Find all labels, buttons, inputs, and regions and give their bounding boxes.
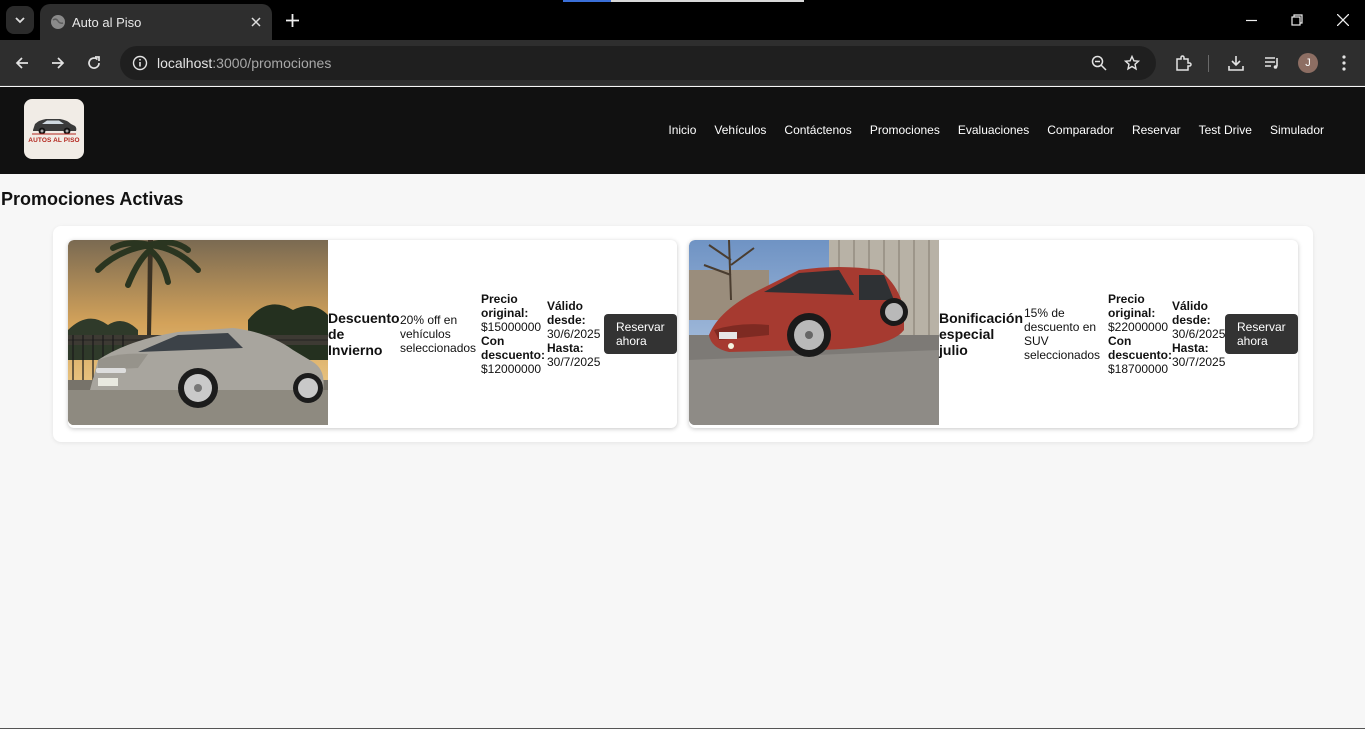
precio-original-label: Precio original: — [1108, 292, 1156, 320]
forward-arrow-icon — [52, 57, 65, 69]
site-header: AUTOS AL PISO Inicio Vehículos Contácten… — [0, 87, 1365, 174]
nav-reservar[interactable]: Reservar — [1132, 123, 1181, 137]
valido-desde-label: Válido desde: — [1172, 299, 1211, 327]
promo-description: 15% de descuento en SUV seleccionados — [1024, 306, 1101, 362]
promotions-panel: Descuento de Invierno 20% off en vehícul… — [53, 226, 1313, 442]
hasta-label: Hasta: — [547, 341, 584, 355]
car-logo-icon — [32, 119, 77, 135]
reload-button[interactable] — [80, 49, 108, 77]
url-host: localhost — [157, 55, 213, 71]
back-arrow-icon — [15, 57, 28, 69]
downloads-button[interactable] — [1222, 49, 1250, 77]
precio-original-label: Precio original: — [481, 292, 529, 320]
browser-tab-bar: Auto al Piso — [0, 0, 1365, 40]
nav-comparador[interactable]: Comparador — [1047, 123, 1114, 137]
plus-icon — [285, 13, 299, 27]
promo-image — [689, 240, 939, 425]
valido-desde-value: 30/6/2025 — [547, 327, 601, 341]
reservar-button[interactable]: Reservar ahora — [604, 314, 677, 354]
nav-vehiculos[interactable]: Vehículos — [714, 123, 766, 137]
nav-evaluaciones[interactable]: Evaluaciones — [958, 123, 1029, 137]
browser-tab[interactable]: Auto al Piso — [40, 4, 272, 40]
zoom-icon — [1091, 55, 1107, 71]
hasta-value: 30/7/2025 — [1172, 355, 1226, 369]
reservar-button[interactable]: Reservar ahora — [1225, 314, 1298, 354]
tab-close-button[interactable] — [246, 12, 266, 32]
site-info-icon — [132, 55, 148, 71]
promo-card: Descuento de Invierno 20% off en vehícul… — [68, 240, 677, 428]
zoom-button[interactable] — [1087, 51, 1111, 75]
url-path: :3000/promociones — [212, 55, 332, 71]
precio-original-value: $15000000 — [481, 320, 542, 334]
extensions-icon — [1176, 55, 1192, 71]
loading-indicator — [563, 0, 804, 2]
hasta-value: 30/7/2025 — [547, 355, 601, 369]
profile-avatar[interactable]: J — [1298, 53, 1318, 73]
promo-description: 20% off en vehículos seleccionados — [400, 313, 477, 355]
con-descuento-value: $12000000 — [481, 362, 542, 376]
tab-search-button[interactable] — [6, 6, 34, 34]
page-title: Promociones Activas — [1, 189, 184, 209]
media-icon — [1265, 57, 1278, 69]
address-bar[interactable]: localhost:3000/promociones — [120, 46, 1156, 80]
tab-title: Auto al Piso — [72, 14, 142, 30]
browser-toolbar: localhost:3000/promociones J — [0, 40, 1365, 86]
toolbar-separator — [1208, 55, 1209, 72]
promo-card: Bonificación especial julio 15% de descu… — [689, 240, 1298, 428]
nav-inicio[interactable]: Inicio — [668, 123, 696, 137]
promo-dates: Válido desde: 30/6/2025 Hasta: 30/7/2025 — [1172, 299, 1225, 369]
tab-search-icon — [15, 17, 25, 24]
promo-dates: Válido desde: 30/6/2025 Hasta: 30/7/2025 — [547, 299, 604, 369]
promo-title: Descuento de Invierno — [328, 310, 400, 358]
globe-icon — [51, 15, 65, 29]
nav-contactenos[interactable]: Contáctenos — [784, 123, 851, 137]
close-window-icon — [1337, 14, 1349, 26]
browser-menu-button[interactable] — [1330, 49, 1358, 77]
main-nav: Inicio Vehículos Contáctenos Promociones… — [668, 123, 1324, 137]
promo-image — [68, 240, 328, 425]
star-icon — [1124, 55, 1140, 71]
download-icon — [1228, 56, 1244, 71]
reload-icon — [88, 56, 100, 69]
logo-text: AUTOS AL PISO — [28, 137, 80, 144]
restore-icon — [1291, 14, 1303, 26]
url-text: localhost:3000/promociones — [157, 55, 331, 71]
media-button[interactable] — [1258, 49, 1286, 77]
promo-prices: Precio original: $22000000 Con descuento… — [1108, 292, 1172, 376]
promo-prices: Precio original: $15000000 Con descuento… — [481, 292, 547, 376]
site-info-button[interactable] — [128, 51, 152, 75]
valido-desde-label: Válido desde: — [547, 299, 586, 327]
site-logo[interactable]: AUTOS AL PISO — [24, 99, 84, 159]
nav-test-drive[interactable]: Test Drive — [1199, 123, 1252, 137]
minimize-button[interactable] — [1228, 6, 1274, 34]
con-descuento-value: $18700000 — [1108, 362, 1169, 376]
nav-promociones[interactable]: Promociones — [870, 123, 940, 137]
minimize-icon — [1245, 19, 1257, 21]
precio-original-value: $22000000 — [1108, 320, 1169, 334]
hasta-label: Hasta: — [1172, 341, 1209, 355]
restore-button[interactable] — [1274, 6, 1320, 34]
nav-simulador[interactable]: Simulador — [1270, 123, 1324, 137]
bookmark-button[interactable] — [1120, 51, 1144, 75]
menu-icon — [1342, 55, 1346, 71]
valido-desde-value: 30/6/2025 — [1172, 327, 1226, 341]
close-window-button[interactable] — [1320, 6, 1365, 34]
extensions-button[interactable] — [1169, 49, 1197, 77]
close-icon — [251, 17, 261, 27]
new-tab-button[interactable] — [280, 8, 304, 32]
con-descuento-label: Con descuento: — [1108, 334, 1173, 362]
promo-title: Bonificación especial julio — [939, 310, 1024, 358]
con-descuento-label: Con descuento: — [481, 334, 546, 362]
forward-button[interactable] — [44, 49, 72, 77]
back-button[interactable] — [8, 49, 36, 77]
